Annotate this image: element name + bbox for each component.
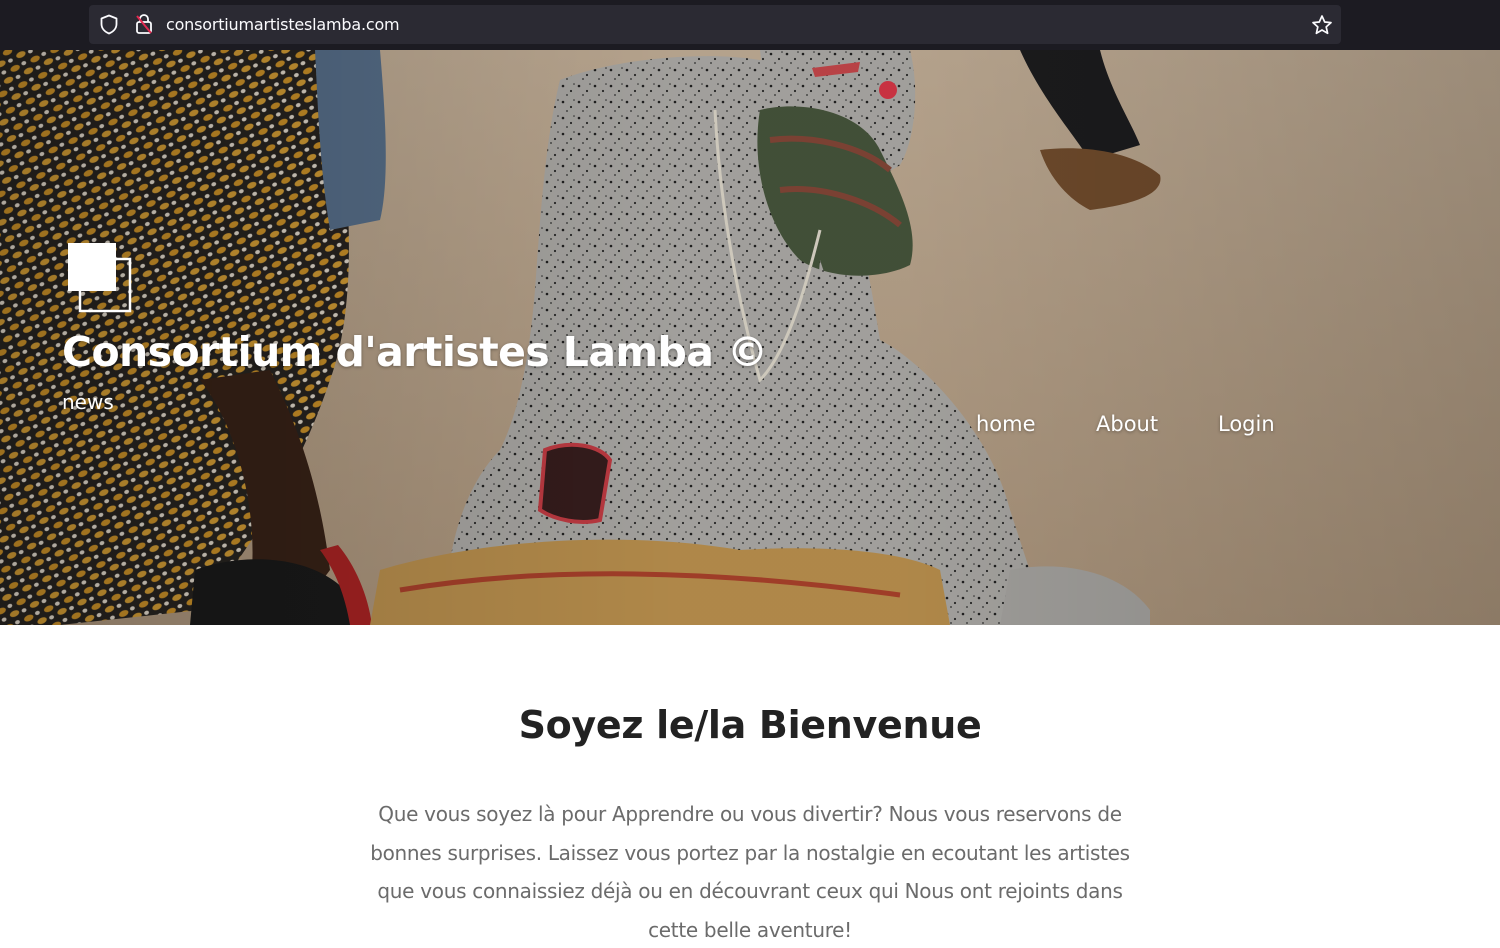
nav-link-about[interactable]: About bbox=[1096, 412, 1158, 436]
star-icon[interactable] bbox=[1311, 14, 1333, 36]
hero-banner: Consortium d'artistes Lamba © news home … bbox=[0, 50, 1500, 625]
browser-toolbar: consortiumartisteslamba.com bbox=[0, 0, 1500, 50]
nav-link-home[interactable]: home bbox=[976, 412, 1036, 436]
nav-link-login[interactable]: Login bbox=[1218, 412, 1275, 436]
shield-icon[interactable] bbox=[99, 14, 119, 35]
welcome-heading: Soyez le/la Bienvenue bbox=[518, 703, 982, 747]
site-tagline: news bbox=[62, 390, 114, 414]
lock-icon[interactable] bbox=[135, 13, 153, 35]
url-text[interactable]: consortiumartisteslamba.com bbox=[166, 15, 400, 34]
address-bar[interactable]: consortiumartisteslamba.com bbox=[89, 5, 1341, 44]
logo-squares-icon[interactable] bbox=[66, 241, 134, 315]
site-title[interactable]: Consortium d'artistes Lamba © bbox=[62, 328, 768, 376]
welcome-paragraph: Que vous soyez là pour Apprendre ou vous… bbox=[370, 802, 1130, 942]
